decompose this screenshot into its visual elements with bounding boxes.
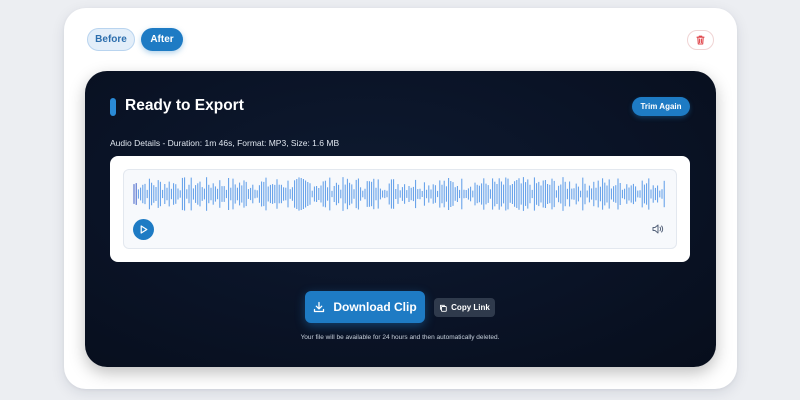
copy-link-button[interactable]: Copy Link <box>434 298 495 317</box>
download-icon <box>314 301 325 313</box>
export-title: Ready to Export <box>125 97 244 114</box>
volume-icon <box>652 224 664 234</box>
trim-again-button[interactable]: Trim Again <box>632 97 690 116</box>
delete-button[interactable] <box>687 30 714 50</box>
availability-note-text: Your file will be available for 24 hours… <box>300 334 500 341</box>
trash-icon <box>696 35 705 45</box>
play-button[interactable] <box>133 219 154 240</box>
download-clip-button[interactable]: Download Clip <box>305 291 425 323</box>
play-icon <box>140 225 148 234</box>
before-label: Before <box>95 34 127 45</box>
after-label: After <box>150 34 174 45</box>
availability-note: Your file will be available for 24 hours… <box>0 333 800 342</box>
audio-details: Audio Details - Duration: 1m 46s, Format… <box>110 138 340 148</box>
download-clip-label: Download Clip <box>333 300 417 314</box>
title-accent-bar <box>110 98 116 116</box>
copy-link-label: Copy Link <box>451 303 490 312</box>
trim-again-label: Trim Again <box>640 102 682 111</box>
after-toggle-button[interactable]: After <box>141 28 183 51</box>
copy-icon <box>440 304 447 312</box>
volume-button[interactable] <box>651 223 665 235</box>
before-toggle-button[interactable]: Before <box>87 28 135 51</box>
waveform[interactable] <box>133 174 667 214</box>
